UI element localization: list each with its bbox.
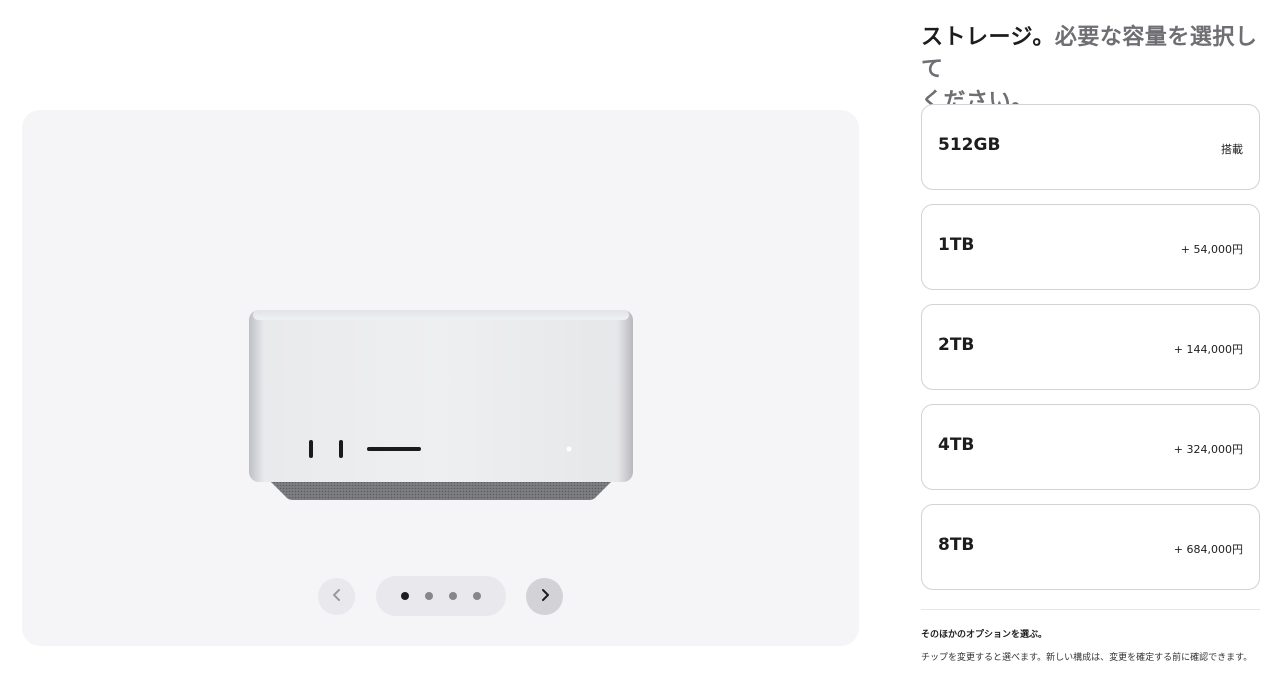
option-price: + 54,000円 — [1180, 243, 1243, 256]
page: ストレージ。必要な容量を選択して ください。 512GB 搭載 1TB + 54… — [0, 0, 1280, 688]
other-options-text: チップを変更すると選べます。新しい構成は、変更を確定する前に確認できます。 — [921, 653, 1253, 663]
storage-option-2tb[interactable]: 2TB + 144,000円 — [921, 304, 1260, 390]
storage-config: ストレージ。必要な容量を選択して ください。 512GB 搭載 1TB + 54… — [921, 22, 1260, 663]
gallery-controls — [22, 576, 859, 618]
pagination-dot-4[interactable] — [473, 592, 481, 600]
option-label: 8TB — [938, 535, 975, 555]
option-price: + 144,000円 — [1173, 343, 1243, 356]
storage-option-512gb[interactable]: 512GB 搭載 — [921, 104, 1260, 190]
option-price: + 684,000円 — [1173, 543, 1243, 556]
option-price: + 324,000円 — [1173, 443, 1243, 456]
gallery-pagination — [376, 576, 506, 616]
heading-strong: ストレージ。 — [921, 25, 1055, 50]
pagination-dot-2[interactable] — [425, 592, 433, 600]
chevron-left-icon — [330, 587, 344, 606]
option-label: 512GB — [938, 135, 1001, 155]
storage-option-8tb[interactable]: 8TB + 684,000円 — [921, 504, 1260, 590]
option-label: 1TB — [938, 235, 975, 255]
option-label: 4TB — [938, 435, 975, 455]
option-label: 2TB — [938, 335, 975, 355]
pagination-dot-1[interactable] — [401, 592, 409, 600]
storage-option-4tb[interactable]: 4TB + 324,000円 — [921, 404, 1260, 490]
product-gallery — [22, 110, 859, 646]
storage-option-1tb[interactable]: 1TB + 54,000円 — [921, 204, 1260, 290]
product-image-mac-studio — [249, 310, 633, 502]
pagination-dot-3[interactable] — [449, 592, 457, 600]
divider — [921, 609, 1260, 610]
gallery-prev-button[interactable] — [318, 578, 355, 615]
chevron-right-icon — [538, 587, 552, 606]
storage-options: 512GB 搭載 1TB + 54,000円 2TB + 144,000円 4T… — [921, 104, 1260, 604]
option-price: 搭載 — [1221, 143, 1243, 156]
gallery-next-button[interactable] — [526, 578, 563, 615]
other-options-title: そのほかのオプションを選ぶ。 — [921, 630, 1048, 640]
